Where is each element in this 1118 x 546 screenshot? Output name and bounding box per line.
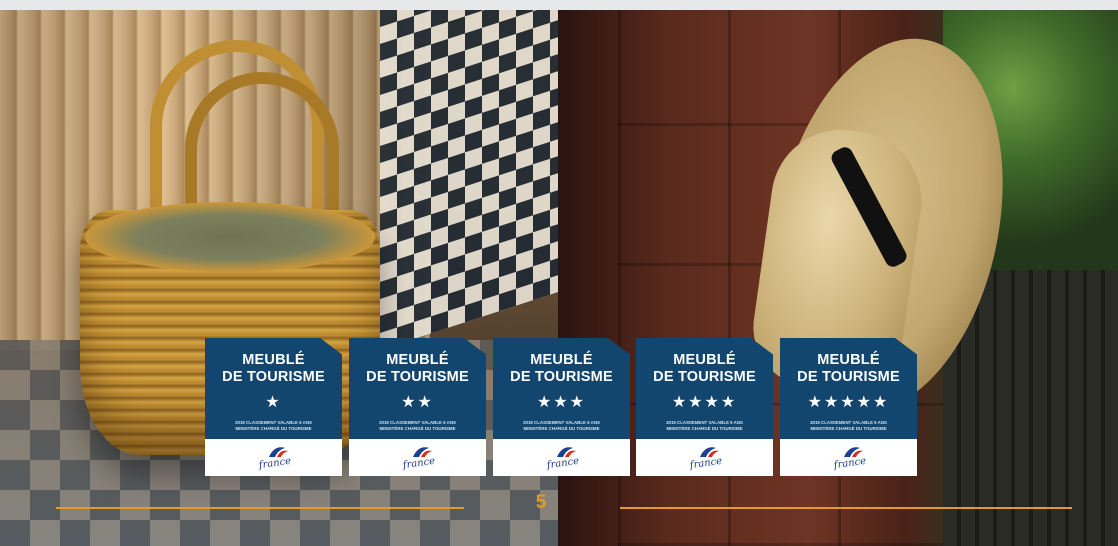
badge-title-line2: DE TOURISME <box>653 369 756 385</box>
badge-5-stars: MEUBLÉ DE TOURISME ★★★★★ 2019 CLASSEMENT… <box>780 338 917 476</box>
badge-fine-print: 2019 CLASSEMENT VALABLE 5 ANS MINISTÈRE … <box>499 420 624 432</box>
fine-print-line2: MINISTÈRE CHARGÉ DU TOURISME <box>379 426 456 431</box>
badge-title-line2: DE TOURISME <box>222 369 325 385</box>
badge-title-line1: MEUBLÉ <box>530 352 593 368</box>
fine-print-line2: MINISTÈRE CHARGÉ DU TOURISME <box>235 426 312 431</box>
badge-4-stars: MEUBLÉ DE TOURISME ★★★★ 2019 CLASSEMENT … <box>636 338 773 476</box>
star-rating: ★★★★★ <box>807 394 890 411</box>
badge-footer: france <box>205 439 342 476</box>
badge-fine-print: 2019 CLASSEMENT VALABLE 5 ANS MINISTÈRE … <box>211 420 336 432</box>
france-logo: france <box>830 445 870 471</box>
classification-badges: MEUBLÉ DE TOURISME ★ 2019 CLASSEMENT VAL… <box>205 338 925 478</box>
badge-title-line1: MEUBLÉ <box>386 352 449 368</box>
badge-2-stars: MEUBLÉ DE TOURISME ★★ 2019 CLASSEMENT VA… <box>349 338 486 476</box>
badge-footer: france <box>780 439 917 476</box>
badge-title-line2: DE TOURISME <box>510 369 613 385</box>
star-rating: ★★★ <box>536 394 587 411</box>
fine-print-line2: MINISTÈRE CHARGÉ DU TOURISME <box>523 426 600 431</box>
fine-print-line2: MINISTÈRE CHARGÉ DU TOURISME <box>810 426 887 431</box>
footer-rule-right <box>620 507 1072 509</box>
brochure-spread: MEUBLÉ DE TOURISME ★ 2019 CLASSEMENT VAL… <box>0 10 1118 546</box>
badge-fine-print: 2019 CLASSEMENT VALABLE 5 ANS MINISTÈRE … <box>786 420 911 432</box>
basket-rim <box>85 202 375 272</box>
badge-title: MEUBLÉ DE TOURISME <box>493 352 630 386</box>
badge-fine-print: 2019 CLASSEMENT VALABLE 5 ANS MINISTÈRE … <box>355 420 480 432</box>
star-rating: ★ <box>265 394 282 411</box>
badge-title-line2: DE TOURISME <box>797 369 900 385</box>
badge-title: MEUBLÉ DE TOURISME <box>349 352 486 386</box>
badge-3-stars: MEUBLÉ DE TOURISME ★★★ 2019 CLASSEMENT V… <box>493 338 630 476</box>
badge-footer: france <box>636 439 773 476</box>
page-number: 5 <box>535 492 547 513</box>
badge-title-line1: MEUBLÉ <box>673 352 736 368</box>
badge-1-star: MEUBLÉ DE TOURISME ★ 2019 CLASSEMENT VAL… <box>205 338 342 476</box>
france-logo: france <box>399 445 439 471</box>
badge-title-line1: MEUBLÉ <box>817 352 880 368</box>
badge-footer: france <box>349 439 486 476</box>
badge-title-line2: DE TOURISME <box>366 369 469 385</box>
badge-footer: france <box>493 439 630 476</box>
badge-title: MEUBLÉ DE TOURISME <box>205 352 342 386</box>
france-logo: france <box>686 445 726 471</box>
star-rating: ★★★★ <box>671 394 738 411</box>
badge-title: MEUBLÉ DE TOURISME <box>636 352 773 386</box>
badge-fine-print: 2019 CLASSEMENT VALABLE 5 ANS MINISTÈRE … <box>642 420 767 432</box>
star-rating: ★★ <box>401 394 434 411</box>
footer-rule-left <box>56 507 464 509</box>
france-logo: france <box>543 445 583 471</box>
badge-title: MEUBLÉ DE TOURISME <box>780 352 917 386</box>
patterned-tile-wall <box>380 10 558 350</box>
fine-print-line2: MINISTÈRE CHARGÉ DU TOURISME <box>666 426 743 431</box>
badge-title-line1: MEUBLÉ <box>242 352 305 368</box>
france-logo: france <box>255 445 295 471</box>
